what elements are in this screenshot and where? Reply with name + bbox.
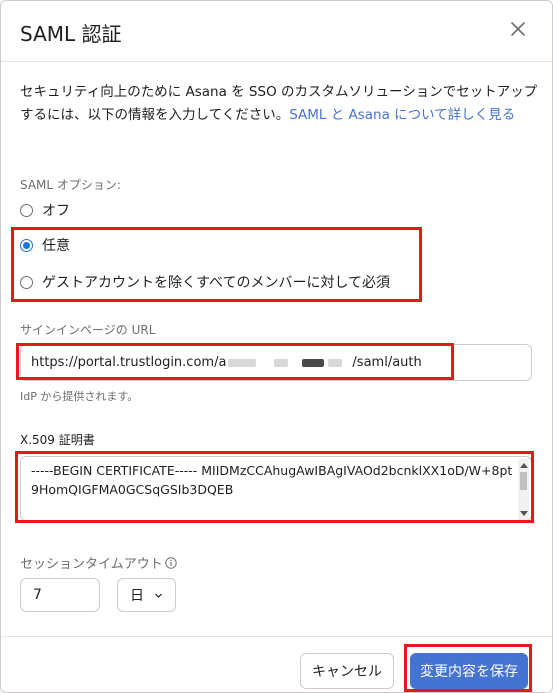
redacted-segment <box>228 358 257 367</box>
signin-url-input[interactable]: https://portal.trustlogin.com/a /saml/au… <box>20 344 532 381</box>
intro-text: セキュリティ向上のために Asana を SSO のカスタムソリューションでセッ… <box>20 81 540 127</box>
certificate-textarea[interactable]: -----BEGIN CERTIFICATE----- MIIDMzCCAhug… <box>20 456 532 521</box>
saml-dialog: SAML 認証 セキュリティ向上のために Asana を SSO のカスタムソリ… <box>0 0 553 693</box>
radio-off-label: オフ <box>42 203 70 219</box>
certificate-label: X.509 証明書 <box>20 433 95 447</box>
signin-url-prefix: https://portal.trustlogin.com/a <box>31 355 227 370</box>
signin-url-label: サインインページの URL <box>20 323 156 337</box>
redacted-segment <box>302 358 325 367</box>
session-timeout-input[interactable]: 7 <box>20 578 100 612</box>
session-timeout-label: セッションタイムアウト <box>20 553 177 572</box>
radio-optional-label: 任意 <box>42 238 70 254</box>
radio-optional[interactable] <box>20 238 33 252</box>
info-icon[interactable] <box>165 556 177 569</box>
saml-options-label: SAML オプション: <box>20 178 121 192</box>
close-icon <box>511 22 525 36</box>
scroll-thumb[interactable] <box>520 472 527 490</box>
learn-more-link[interactable]: SAML と Asana について詳しく見る <box>289 107 515 123</box>
footer-divider <box>1 636 552 637</box>
signin-url-suffix: /saml/auth <box>352 355 422 370</box>
close-button[interactable] <box>505 16 531 42</box>
session-unit-value: 日 <box>130 588 144 604</box>
session-timeout-text: セッションタイムアウト <box>20 557 163 572</box>
session-unit-select[interactable]: 日 <box>117 578 176 612</box>
redacted-segment <box>274 358 289 367</box>
redacted-segment <box>328 358 343 367</box>
dialog-header: SAML 認証 <box>1 1 552 62</box>
radio-option-optional[interactable]: 任意 <box>20 235 70 255</box>
certificate-value: -----BEGIN CERTIFICATE----- MIIDMzCCAhug… <box>31 463 513 497</box>
signin-url-hint: IdP から提供されます。 <box>20 390 139 403</box>
radio-off[interactable] <box>20 203 33 217</box>
dialog-title: SAML 認証 <box>20 22 122 46</box>
radio-option-off[interactable]: オフ <box>20 200 70 220</box>
radio-required-label: ゲストアカウントを除くすべてのメンバーに対して必須 <box>42 275 391 291</box>
scroll-down-icon[interactable] <box>520 511 528 516</box>
chevron-down-icon <box>155 593 162 598</box>
radio-required[interactable] <box>20 275 33 289</box>
radio-option-required[interactable]: ゲストアカウントを除くすべてのメンバーに対して必須 <box>20 272 390 292</box>
certificate-scrollbar[interactable] <box>518 459 529 520</box>
scroll-up-icon[interactable] <box>520 463 528 468</box>
save-button[interactable]: 変更内容を保存 <box>410 653 528 689</box>
cancel-button[interactable]: キャンセル <box>300 653 394 689</box>
